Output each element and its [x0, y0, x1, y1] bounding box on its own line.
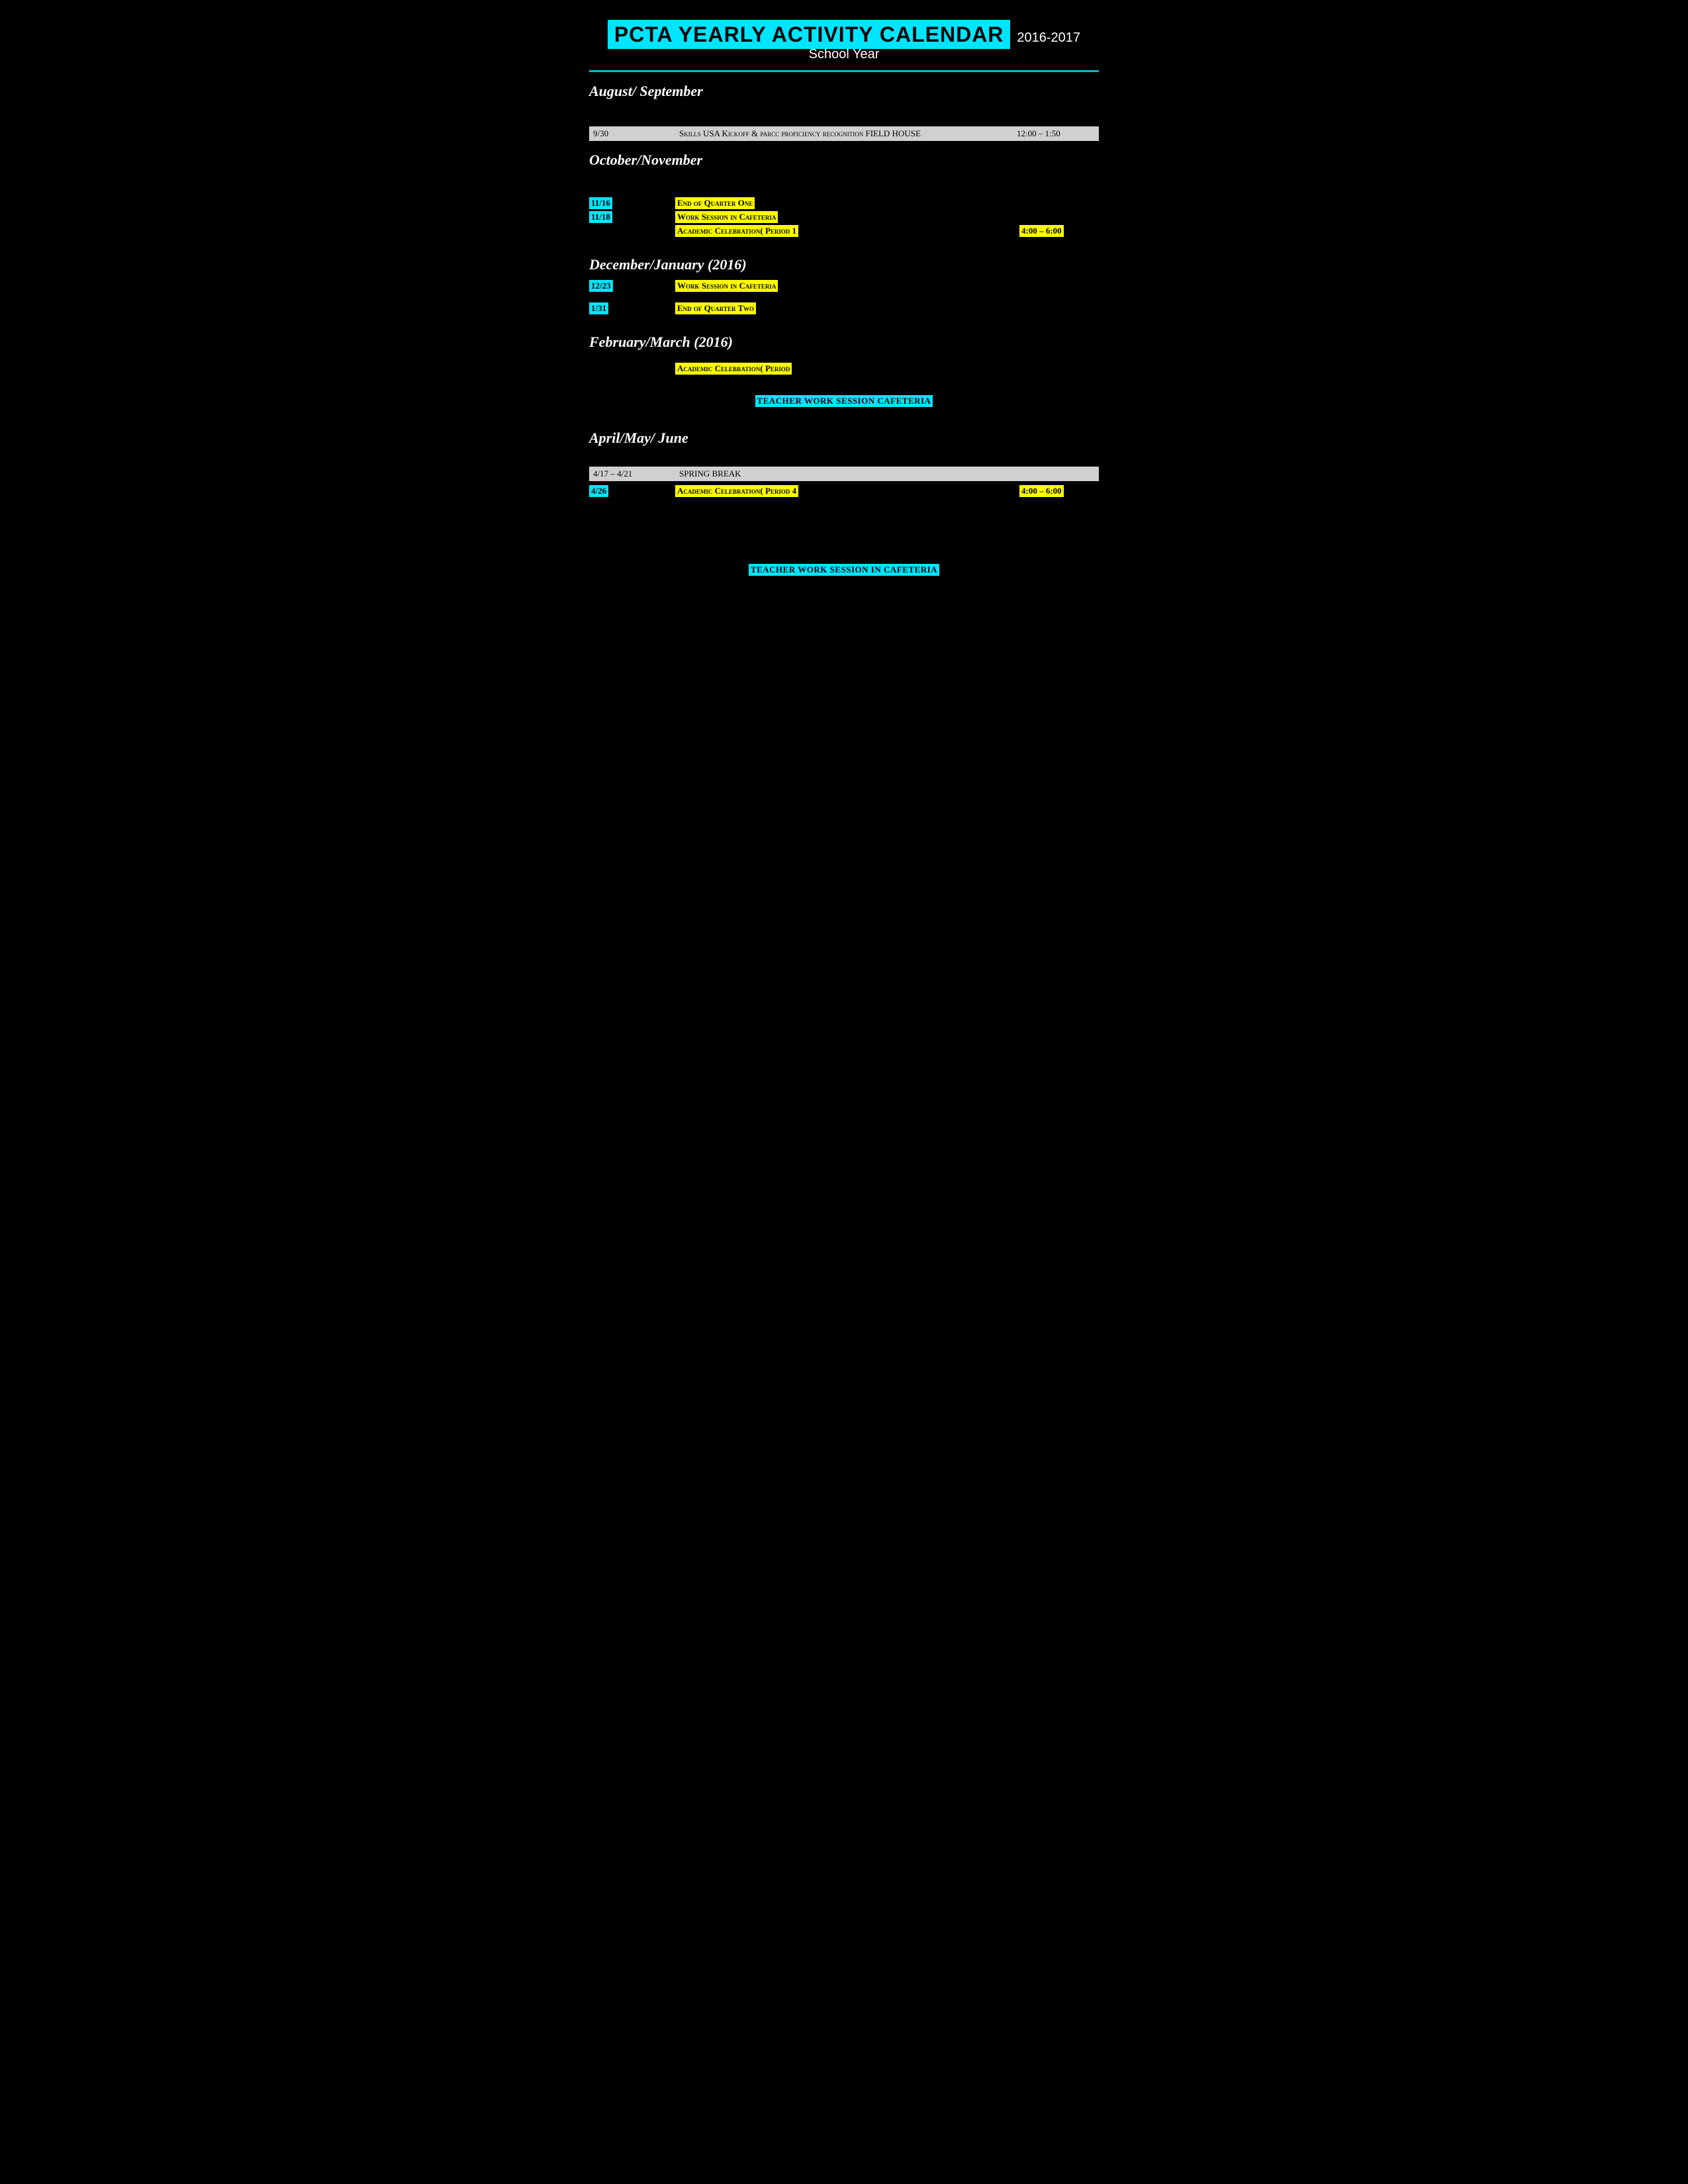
- event-desc-cell: Work Session in Cafeteria: [675, 280, 1019, 292]
- table-row: 9/30 Skills USA Kickoff & parcc proficie…: [589, 126, 1099, 141]
- event-label: Academic Celebration( Period 1: [675, 225, 798, 237]
- section-apr-jun: April/May/ June: [589, 430, 1099, 447]
- time-label: 4:00 – 6:00: [1019, 225, 1064, 237]
- main-title: PCTA YEARLY ACTIVITY CALENDAR: [608, 20, 1010, 49]
- section-oct-nov: October/November: [589, 152, 1099, 169]
- event-label: Work Session in Cafeteria: [675, 280, 778, 292]
- event-date-cell: 11/18: [589, 211, 675, 223]
- event-desc-cell: Work Session in Cafeteria: [675, 211, 1019, 223]
- event-row-1116: 11/16 End of Quarter One: [589, 197, 1099, 209]
- event-row-acad1: Academic Celebration( Period 1 4:00 – 6:…: [589, 225, 1099, 237]
- section-feb-mar: February/March (2016): [589, 334, 1099, 351]
- event-time-cell: 4:00 – 6:00: [1019, 485, 1099, 497]
- event-label: Academic Celebration( Period 4: [675, 485, 798, 497]
- event-time-cell: 4:00 – 6:00: [1019, 225, 1099, 237]
- event-date-cell: 1/31: [589, 302, 675, 314]
- page: PCTA YEARLY ACTIVITY CALENDAR 2016-2017 …: [589, 20, 1099, 748]
- event-desc-cell: Academic Celebration( Period 1: [675, 225, 1019, 237]
- title-divider: [589, 70, 1099, 72]
- date-cyan: 11/16: [589, 197, 612, 209]
- section-dec-jan: December/January (2016): [589, 256, 1099, 273]
- event-label: End of Quarter Two: [675, 302, 756, 314]
- date-cyan: 11/18: [589, 211, 612, 223]
- event-desc-cell: End of Quarter One: [675, 197, 1019, 209]
- event-description: SPRING BREAK: [675, 467, 1013, 481]
- event-row-131: 1/31 End of Quarter Two: [589, 302, 1099, 314]
- event-date-cell: 4/26: [589, 485, 675, 497]
- section-aug-sep: August/ September: [589, 83, 1099, 100]
- event-table-aug-sep: 9/30 Skills USA Kickoff & parcc proficie…: [589, 126, 1099, 141]
- event-label: Academic Celebration( Period: [675, 363, 792, 375]
- event-row-426: 4/26 Academic Celebration( Period 4 4:00…: [589, 485, 1099, 497]
- event-date-cell: 12/23: [589, 280, 675, 292]
- event-desc-cell: Academic Celebration( Period 4: [675, 485, 1019, 497]
- event-desc-cell: End of Quarter Two: [675, 302, 1019, 314]
- event-time: 12:00 – 1:50: [1013, 126, 1099, 141]
- event-time: [1013, 467, 1099, 481]
- date-cyan: 4/26: [589, 485, 608, 497]
- table-row: 4/17 – 4/21 SPRING BREAK: [589, 467, 1099, 481]
- event-table-spring-break: 4/17 – 4/21 SPRING BREAK: [589, 467, 1099, 481]
- event-teacher-work-session: TEACHER WORK SESSION CAFETERIA: [589, 395, 1099, 407]
- event-row-acad-period: Academic Celebration( Period: [675, 363, 1099, 375]
- event-description: Skills USA Kickoff & parcc proficiency r…: [675, 126, 1013, 141]
- date-cyan: 12/23: [589, 280, 613, 292]
- event-row-1118: 11/18 Work Session in Cafeteria: [589, 211, 1099, 223]
- event-date-cell: 11/16: [589, 197, 675, 209]
- event-label: TEACHER WORK SESSION CAFETERIA: [755, 395, 933, 407]
- title-container: PCTA YEARLY ACTIVITY CALENDAR 2016-2017 …: [589, 20, 1099, 65]
- time-label: 4:00 – 6:00: [1019, 485, 1064, 497]
- date-cyan: 1/31: [589, 302, 608, 314]
- event-label: Work Session in Cafeteria: [675, 211, 778, 223]
- event-date: 4/17 – 4/21: [589, 467, 675, 481]
- footer-event-label: TEACHER WORK SESSION IN CAFETERIA: [749, 564, 939, 576]
- event-date: 9/30: [589, 126, 675, 141]
- event-label: End of Quarter One: [675, 197, 755, 209]
- event-row-1223: 12/23 Work Session in Cafeteria: [589, 280, 1099, 292]
- footer-event: TEACHER WORK SESSION IN CAFETERIA: [589, 564, 1099, 576]
